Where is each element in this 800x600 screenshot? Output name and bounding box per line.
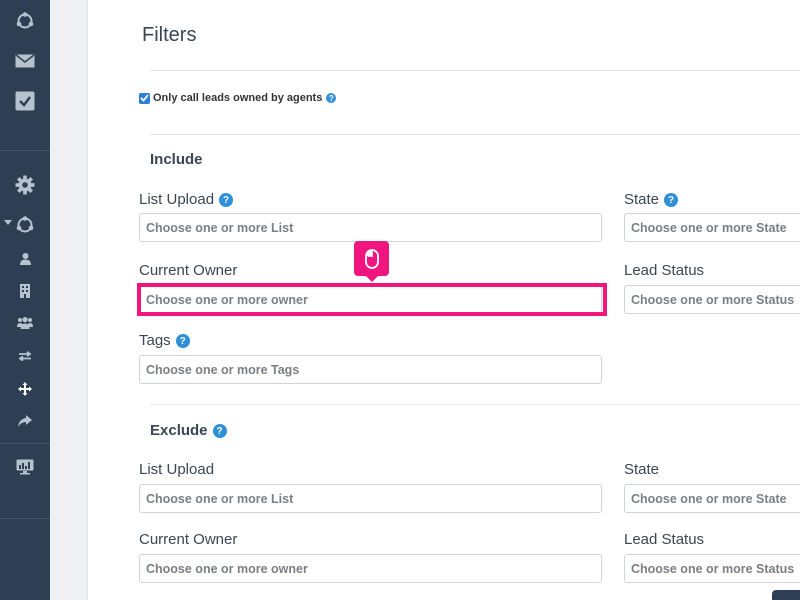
exclude-lead-status-input[interactable]: Choose one or more Status (624, 554, 800, 583)
gear-icon[interactable] (0, 174, 50, 196)
include-lead-status-input[interactable]: Choose one or more Status (624, 285, 800, 314)
network-icon[interactable] (0, 214, 50, 236)
mouse-click-indicator (354, 241, 389, 282)
divider (150, 70, 800, 71)
monitor-icon[interactable] (0, 458, 50, 476)
help-icon[interactable]: ? (664, 193, 679, 208)
help-icon[interactable]: ? (326, 93, 337, 103)
page-title: Filters (142, 24, 197, 46)
include-current-owner-label: Current Owner (139, 262, 238, 279)
mail-icon[interactable] (0, 51, 50, 71)
include-tags-label: Tags? (139, 332, 190, 349)
exclude-heading: Exclude? (150, 422, 227, 439)
only-owned-checkbox[interactable] (139, 92, 150, 104)
only-owned-label: Only call leads owned by agents (153, 92, 323, 104)
building-icon[interactable] (0, 283, 50, 299)
divider (150, 404, 800, 405)
exclude-list-upload-input[interactable]: Choose one or more List (139, 484, 602, 513)
exclude-lead-status-label: Lead Status (624, 531, 705, 548)
include-state-label: State? (624, 191, 679, 208)
network-icon[interactable] (0, 10, 50, 32)
group-icon[interactable] (0, 315, 50, 331)
check-icon (140, 94, 149, 102)
gutter (50, 0, 87, 600)
include-list-upload-label: List Upload? (139, 191, 234, 208)
include-tags-input[interactable]: Choose one or more Tags (139, 355, 602, 384)
exclude-list-upload-label: List Upload (139, 461, 215, 478)
share-icon[interactable] (0, 414, 50, 428)
exclude-current-owner-input[interactable]: Choose one or more owner (139, 554, 602, 583)
sidebar-divider (0, 150, 50, 151)
include-list-upload-input[interactable]: Choose one or more List (139, 213, 602, 242)
include-tags-label-text: Tags (139, 332, 171, 349)
include-state-input[interactable]: Choose one or more State (624, 213, 800, 242)
exclude-current-owner-label: Current Owner (139, 531, 238, 548)
exclude-state-input[interactable]: Choose one or more State (624, 484, 800, 513)
checklist-icon[interactable] (0, 90, 50, 112)
move-icon[interactable] (0, 381, 50, 397)
include-state-label-text: State (624, 191, 660, 208)
exclude-state-label: State (624, 461, 660, 478)
include-list-upload-label-text: List Upload (139, 191, 215, 208)
exclude-heading-text: Exclude (150, 422, 208, 439)
help-icon[interactable]: ? (175, 334, 190, 349)
corner-tab[interactable] (772, 590, 800, 600)
transfer-icon[interactable] (0, 349, 50, 363)
user-icon[interactable] (0, 252, 50, 266)
divider (150, 134, 800, 135)
help-icon[interactable]: ? (212, 424, 227, 439)
mouse-icon (364, 248, 379, 269)
include-lead-status-label: Lead Status (624, 262, 705, 279)
only-owned-row: Only call leads owned by agents ? (139, 92, 337, 104)
click-target-highlight (137, 283, 607, 316)
sidebar-divider (0, 443, 50, 444)
include-heading: Include (150, 151, 203, 168)
sidebar (0, 0, 50, 600)
sidebar-divider (0, 518, 50, 519)
help-icon[interactable]: ? (219, 193, 234, 208)
